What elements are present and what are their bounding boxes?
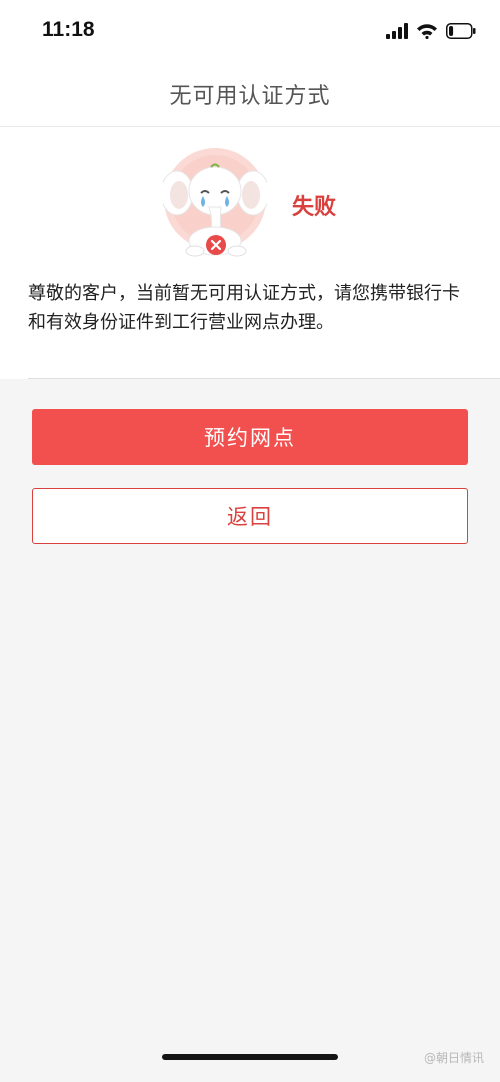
back-button[interactable]: 返回 (32, 488, 468, 544)
status-bar: 11:18 (0, 0, 500, 64)
status-label: 失败 (292, 195, 337, 220)
divider (28, 378, 500, 379)
nav-bar: 无可用认证方式 (0, 64, 500, 127)
book-branch-button[interactable]: 预约网点 (32, 409, 468, 465)
status-icons (386, 18, 476, 44)
watermark: @朝日情讯 (424, 1049, 484, 1066)
wifi-icon (417, 24, 437, 39)
result-card: 失败 尊敬的客户，当前暂无可用认证方式，请您携带银行卡和有效身份证件到工行营业网… (0, 127, 500, 379)
status-time: 11:18 (42, 18, 95, 41)
crying-elephant-fail-icon (163, 148, 267, 257)
result-message: 尊敬的客户，当前暂无可用认证方式，请您携带银行卡和有效身份证件到工行营业网点办理… (28, 283, 460, 333)
home-indicator[interactable] (162, 1054, 338, 1060)
battery-icon (446, 23, 476, 39)
page-title: 无可用认证方式 (169, 84, 331, 109)
watermark-text: @朝日情讯 (423, 1051, 484, 1065)
signal-icon (386, 23, 408, 39)
